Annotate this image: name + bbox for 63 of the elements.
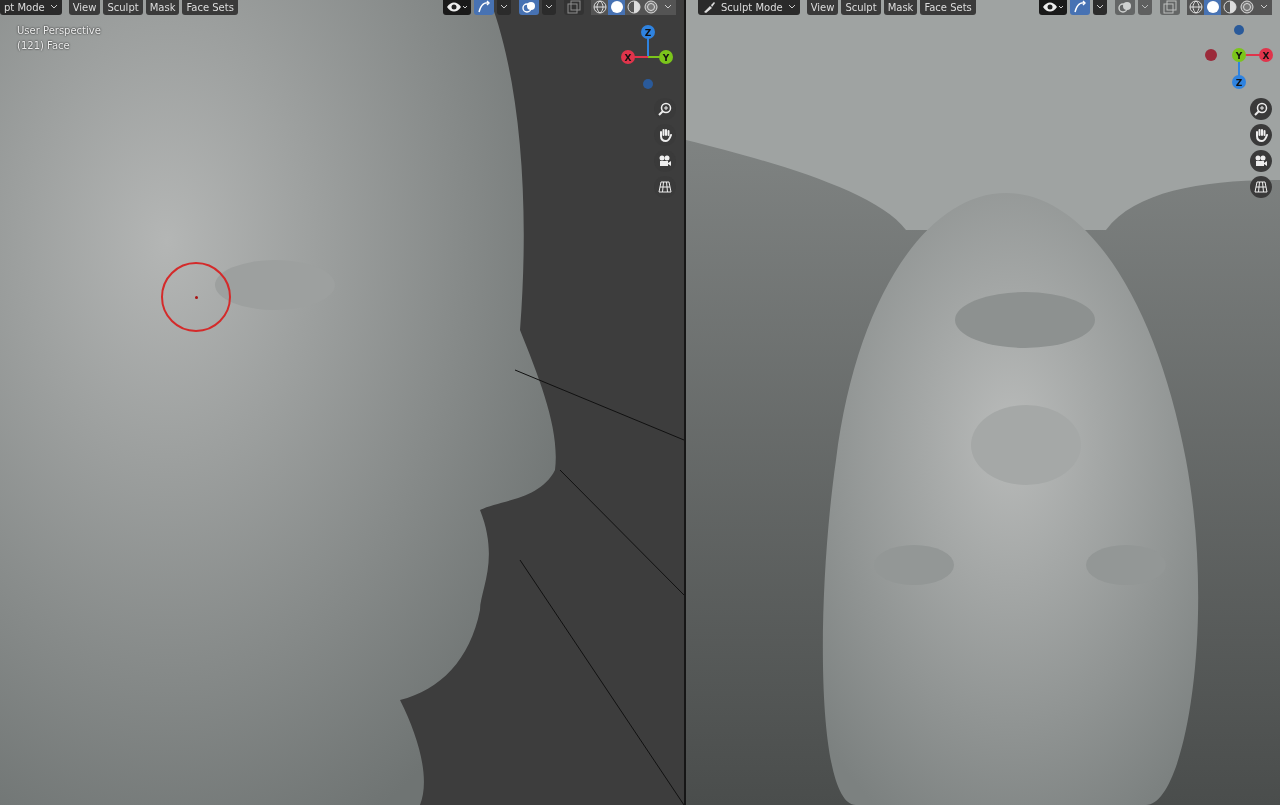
axis-gizmo[interactable]: Z X Y: [618, 24, 678, 94]
overlays-toggle[interactable]: [1115, 0, 1135, 15]
shading-mode-button[interactable]: [1238, 0, 1255, 15]
menu-item[interactable]: Mask: [145, 0, 180, 15]
wireframe-sphere-icon: [1188, 0, 1203, 14]
shading-mode-button[interactable]: [591, 0, 608, 15]
dropdown-button[interactable]: [497, 0, 511, 15]
caret-icon: [1096, 4, 1104, 10]
half-shaded-sphere-icon: [1222, 0, 1237, 14]
ring-sphere-icon: [643, 0, 658, 14]
menu-item[interactable]: View: [68, 0, 101, 15]
brush-icon: [702, 0, 716, 14]
shading-mode-button[interactable]: [1204, 0, 1221, 15]
shading-mode-button[interactable]: [608, 0, 625, 15]
shading-mode-button[interactable]: [1221, 0, 1238, 15]
menu-item[interactable]: View: [806, 0, 839, 15]
gizmo-toggle[interactable]: [1070, 0, 1090, 15]
shading-mode-button[interactable]: [625, 0, 642, 15]
overlay-circles-icon: [522, 0, 536, 14]
caret-icon: [1259, 4, 1268, 10]
menu-item[interactable]: Mask: [883, 0, 918, 15]
viewport-info-text: User Perspective: [17, 25, 101, 36]
dropdown-button[interactable]: [659, 0, 676, 15]
gizmo-icon: [1073, 0, 1087, 14]
dropdown-button[interactable]: [1255, 0, 1272, 15]
mode-dropdown[interactable]: pt Mode: [0, 0, 62, 15]
solid-sphere-icon: [1205, 0, 1220, 14]
viewport-info-text: (121) Face: [17, 40, 71, 51]
caret-icon: [49, 4, 58, 10]
caret-icon: [663, 4, 672, 10]
visibility-toggle[interactable]: [1039, 0, 1067, 15]
shading-mode-button[interactable]: [642, 0, 659, 15]
menu-item[interactable]: Sculpt: [841, 0, 881, 15]
solid-sphere-icon: [609, 0, 624, 14]
menu-item[interactable]: Sculpt: [103, 0, 143, 15]
ring-sphere-icon: [1239, 0, 1254, 14]
wireframe-sphere-icon: [592, 0, 607, 14]
xray-icon: [567, 0, 581, 14]
caret-icon: [1141, 4, 1149, 10]
mode-dropdown[interactable]: Sculpt Mode: [698, 0, 800, 15]
caret-icon: [545, 4, 553, 10]
xray-icon: [1163, 0, 1177, 14]
caret-icon: [500, 4, 508, 10]
dropdown-button[interactable]: [542, 0, 556, 15]
eye-icon: [1042, 0, 1064, 14]
xray-toggle[interactable]: [1160, 0, 1180, 15]
eye-icon: [446, 0, 468, 14]
dropdown-button[interactable]: [1093, 0, 1107, 15]
viewport[interactable]: pt Mode View Sculpt Mask Face Sets User Perspective (121) Face Z X Y: [0, 0, 684, 805]
visibility-toggle[interactable]: [443, 0, 471, 15]
gizmo-icon: [477, 0, 491, 14]
half-shaded-sphere-icon: [626, 0, 641, 14]
caret-icon: [787, 4, 796, 10]
axis-gizmo[interactable]: Y X Z: [1204, 24, 1274, 94]
menu-item[interactable]: Face Sets: [920, 0, 976, 15]
xray-toggle[interactable]: [564, 0, 584, 15]
grid-icon[interactable]: [1250, 176, 1272, 198]
viewport[interactable]: Sculpt Mode View Sculpt Mask Face Sets Y X Z: [686, 0, 1280, 805]
shading-mode-button[interactable]: [1187, 0, 1204, 15]
overlays-toggle[interactable]: [519, 0, 539, 15]
gizmo-toggle[interactable]: [474, 0, 494, 15]
menu-item[interactable]: Face Sets: [182, 0, 238, 15]
overlay-circles-icon: [1118, 0, 1132, 14]
